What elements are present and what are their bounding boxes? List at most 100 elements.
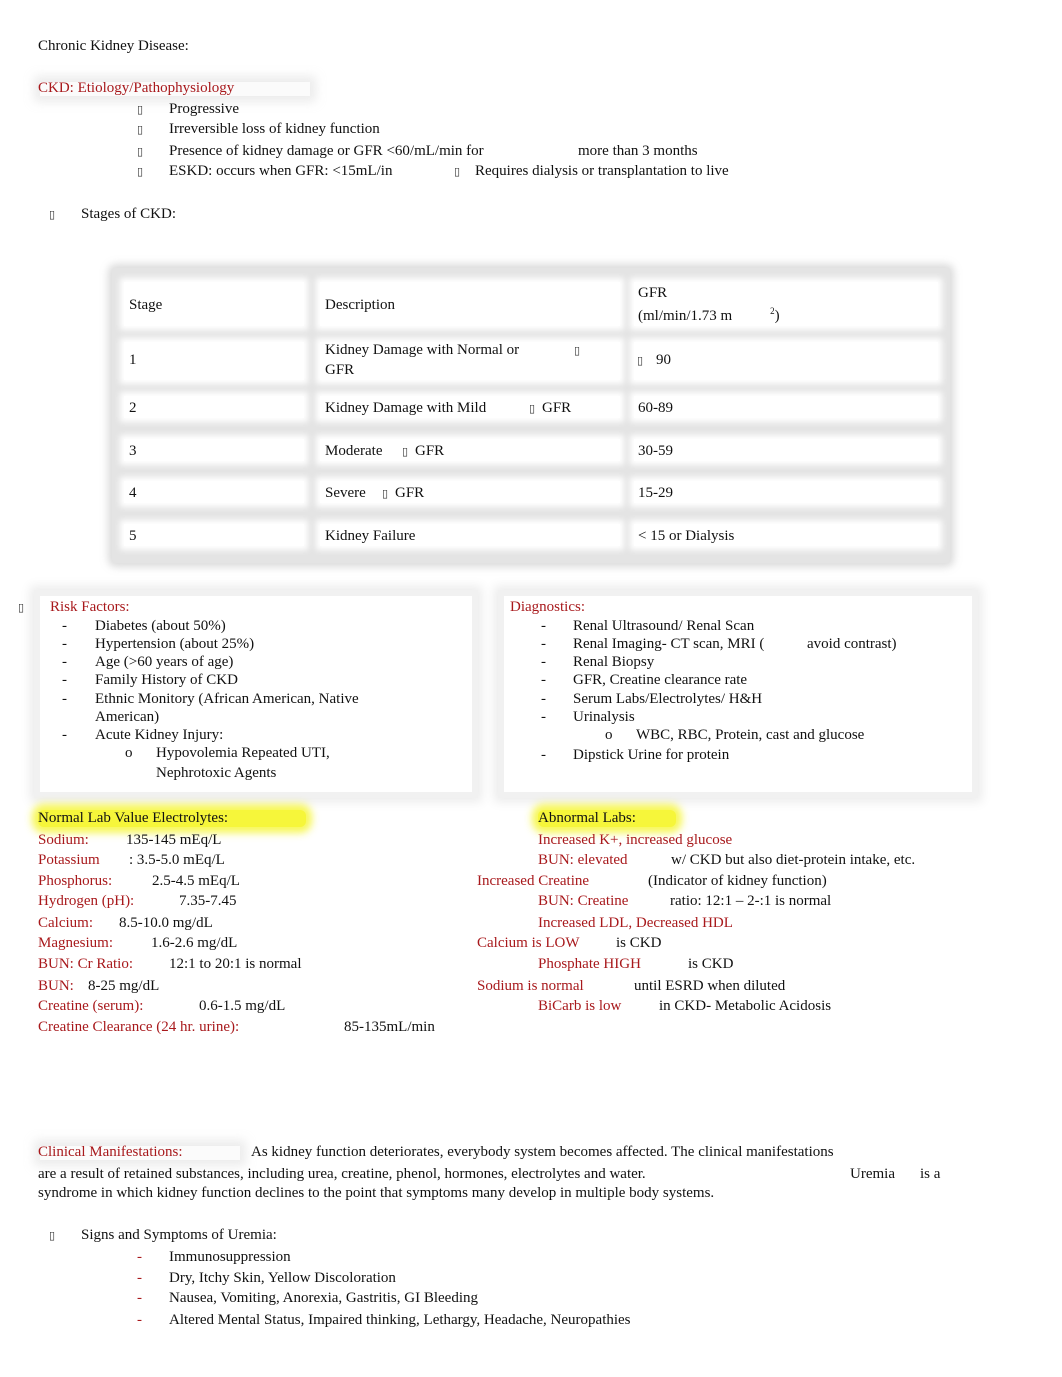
abnormal-value: in CKD- Metabolic Acidosis [659,998,832,1014]
list-item: Acute Kidney Injury: [95,727,224,743]
stage-number: 3 [129,443,137,459]
list-item: Nausea, Vomiting, Anorexia, Gastritis, G… [169,1290,478,1306]
document-title: Chronic Kidney Disease: [38,38,189,54]
table-cell [634,396,938,418]
dash-bullet: - [62,672,67,688]
lab-label: Potassium [38,852,100,868]
list-item: Dipstick Urine for protein [573,747,730,763]
lab-label: Sodium: [38,832,89,848]
arrow-down-icon: ▯ [382,487,389,500]
stage-gfr: 30-59 [638,443,673,459]
risk-factors-heading: Risk Factors: [50,599,130,615]
list-item: Urinalysis [573,709,635,725]
dash-bullet: - [137,1249,142,1265]
stage-number: 5 [129,528,137,544]
abnormal-label: BiCarb is low [538,998,622,1014]
abnormal-value: w/ CKD but also diet-protein intake, etc… [671,852,916,868]
bullet-icon: ▯ [137,123,144,136]
arrow-down-icon: ▯ [402,445,409,458]
abnormal-value: (Indicator of kidney function) [648,873,827,889]
list-item: Ethnic Monitory (African American, Nativ… [95,691,359,707]
lab-value: 8.5-10.0 mg/dL [119,915,213,931]
stage-description: Kidney Damage with Normal or [325,342,520,358]
header-stage: Stage [129,297,163,313]
clinical-text-line2-tail: is a [920,1166,941,1182]
table-cell [124,524,304,546]
dash-bullet: - [62,654,67,670]
dash-bullet: - [62,691,67,707]
abnormal-value: until ESRD when diluted [634,978,786,994]
dash-bullet: - [62,636,67,652]
list-item: GFR, Creatine clearance rate [573,672,748,688]
dash-bullet: - [541,747,546,763]
dash-bullet: - [62,727,67,743]
lab-value: 1.6-2.6 mg/dL [151,935,238,951]
list-item: Family History of CKD [95,672,238,688]
lab-value: : 3.5-5.0 mEq/L [129,852,225,868]
stage-description: Moderate [325,443,383,459]
lab-label: BUN: Cr Ratio: [38,956,134,972]
lab-value: 8-25 mg/dL [88,978,160,994]
dash-bullet: - [541,691,546,707]
dash-bullet: - [541,709,546,725]
lab-value: 2.5-4.5 mEq/L [152,873,240,889]
sub-list-item: Nephrotoxic Agents [156,765,277,781]
lab-value: 12:1 to 20:1 is normal [169,956,302,972]
dash-bullet: - [137,1290,142,1306]
lab-label: Creatine Clearance (24 hr. urine): [38,1019,240,1035]
stage-description-line2: GFR [325,362,355,378]
abnormal-value: is CKD [616,935,662,951]
stage-gfr: 90 [656,352,671,368]
bullet-icon: ▯ [49,208,56,221]
bullet-icon: ▯ [137,165,144,178]
list-item: Age (>60 years of age) [95,654,234,670]
lab-label: Hydrogen (pH): [38,893,135,909]
lab-value: 135-145 mEq/L [126,832,222,848]
abnormal-label: BUN: Creatine [538,893,629,909]
list-item: Presence of kidney damage or GFR <60/mL/… [169,143,484,159]
stage-number: 4 [129,485,137,501]
arrow-icon: ▯ [574,344,581,357]
lab-label: Magnesium: [38,935,113,951]
abnormal-label: Increased Creatine [477,873,590,889]
list-item: Renal Imaging- CT scan, MRI ( [573,636,765,652]
table-cell [124,342,304,380]
list-item-continuation: more than 3 months [578,143,698,159]
bullet-icon: ▯ [137,103,144,116]
dash-bullet: - [137,1270,142,1286]
list-item: Irreversible loss of kidney function [169,121,380,137]
list-item-continuation: avoid contrast) [807,636,897,652]
stage-description-tail: GFR [395,485,425,501]
dash-bullet: - [62,618,67,634]
stage-description-tail: GFR [542,400,572,416]
list-item: Renal Biopsy [573,654,655,670]
diagnostics-heading: Diagnostics: [510,599,585,615]
abnormal-label: Calcium is LOW [477,935,580,951]
stages-table [112,268,950,563]
lab-value: 7.35-7.45 [179,893,237,909]
sub-list-item: WBC, RBC, Protein, cast and glucose [636,727,865,743]
table-cell [124,396,304,418]
list-item: Hypertension (about 25%) [95,636,255,652]
lab-label: Calcium: [38,915,93,931]
list-item: ESKD: occurs when GFR: <15mL/in [169,163,393,179]
lab-value: 0.6-1.5 mg/dL [199,998,286,1014]
lab-label: Creatine (serum): [38,998,144,1014]
list-item: Serum Labs/Electrolytes/ H&H [573,691,763,707]
dash-bullet: - [541,654,546,670]
arrow-down-icon: ▯ [529,402,536,415]
abnormal-label: Sodium is normal [477,978,584,994]
stage-description: Severe [325,485,366,501]
abnormal-label: Increased LDL, Decreased HDL [538,915,733,931]
header-gfr: GFR [638,285,668,301]
stage-gfr: 15-29 [638,485,673,501]
table-cell [124,481,304,503]
header-gfr-unit: (ml/min/1.73 m 2) [638,306,780,324]
abnormal-label: Increased K+, increased glucose [538,832,733,848]
list-item: Progressive [169,101,239,117]
clinical-text-line3: syndrome in which kidney function declin… [38,1185,715,1201]
bullet-icon: ▯ [137,145,144,158]
gte-icon: ▯ [637,354,644,367]
bullet-icon: ▯ [18,601,25,614]
stages-heading: Stages of CKD: [81,206,176,222]
